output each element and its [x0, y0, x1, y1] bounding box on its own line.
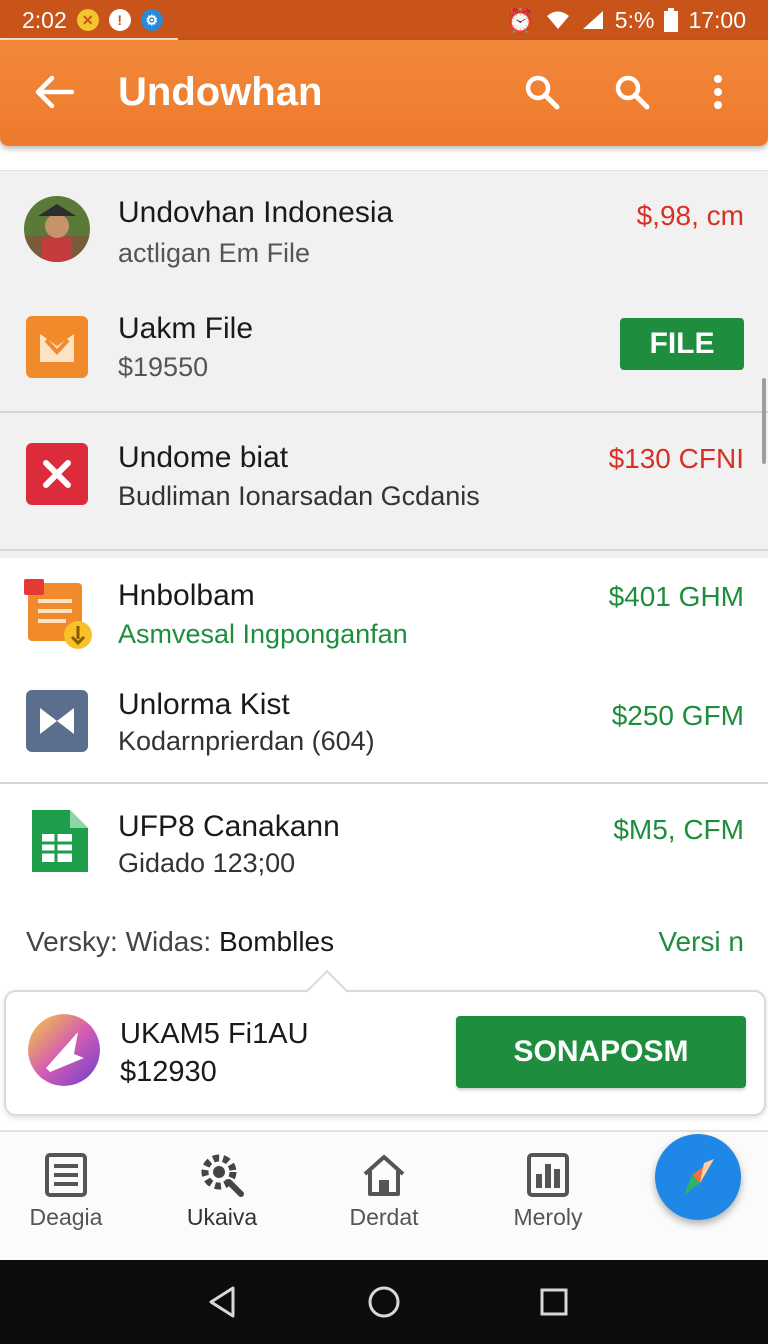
bottom-nav: Deagia Ukaiva Derdat Meroly	[0, 1130, 768, 1260]
list-item[interactable]: Hnbolbam Asmvesal Ingponganfan $401 GHM	[0, 571, 768, 681]
nav-item-deagia[interactable]: Deagia	[0, 1152, 136, 1252]
promo-title: UKAM5 Fi1AU	[120, 1018, 309, 1050]
bar-chart-document-icon	[527, 1153, 569, 1197]
item-title: Undovhan Indonesia	[118, 196, 394, 229]
status-time: 2:02	[22, 6, 67, 33]
system-recents-button[interactable]	[534, 1282, 574, 1322]
more-vert-icon	[714, 75, 722, 109]
circle-home-icon	[368, 1286, 400, 1318]
battery-percent: 5:%	[614, 6, 655, 33]
version-link[interactable]: Versi n	[658, 926, 744, 958]
item-price: $M5, CFM	[613, 814, 744, 845]
rocket-icon	[684, 1159, 714, 1195]
back-button[interactable]	[30, 68, 78, 116]
list-item[interactable]: Unlorma Kist Kodarnprierdan (604) $250 G…	[0, 686, 768, 786]
nav-label: Meroly	[513, 1204, 583, 1230]
item-price: $130 CFNI	[608, 443, 744, 474]
sheets-icon	[32, 810, 88, 872]
item-price: $401 GHM	[608, 581, 744, 612]
scrollbar[interactable]	[762, 378, 766, 464]
list-item[interactable]: Undome biat Budliman Ionarsadan Gcdanis …	[0, 431, 768, 541]
alarm-icon: ⏰	[506, 6, 535, 33]
nav-item-derdat[interactable]: Derdat	[314, 1152, 454, 1252]
item-subtitle: Asmvesal Ingponganfan	[118, 619, 408, 649]
nav-label: Deagia	[29, 1204, 103, 1230]
app-logo-icon	[28, 1014, 100, 1086]
more-options-button[interactable]	[696, 70, 740, 114]
arrow-left-icon	[35, 75, 74, 109]
nav-item-meroly[interactable]: Meroly	[478, 1152, 618, 1252]
square-recents-icon	[540, 1288, 568, 1316]
search-icon	[615, 75, 650, 110]
search-icon	[525, 75, 560, 110]
gear-search-icon	[201, 1154, 244, 1197]
divider	[0, 782, 768, 784]
alert-icon: !	[108, 9, 131, 31]
signal-icon	[582, 11, 603, 29]
search-button[interactable]	[520, 70, 564, 114]
nav-item-ukaiva[interactable]: Ukaiva	[152, 1152, 292, 1252]
bowtie-icon	[26, 690, 88, 752]
version-info: Versky: Widas: Bomblles	[26, 926, 334, 958]
system-nav-bar	[0, 1260, 768, 1344]
item-subtitle: Gidado 123;00	[118, 848, 296, 878]
search-button-secondary[interactable]	[610, 70, 654, 114]
app-notification-icon: ⚙	[140, 9, 163, 31]
home-icon	[363, 1155, 405, 1196]
divider	[0, 549, 768, 551]
document-warning-icon	[24, 579, 92, 649]
list-document-icon	[45, 1153, 87, 1197]
system-home-button[interactable]	[364, 1282, 404, 1322]
red-x-icon	[26, 443, 88, 505]
divider	[0, 411, 768, 413]
page-title: Undowhan	[118, 70, 323, 114]
battery-icon	[664, 8, 679, 32]
item-price: $,98, cm	[636, 200, 744, 231]
orange-m-icon	[26, 316, 88, 378]
promo-price: $12930	[120, 1056, 217, 1088]
version-bold: Bomblles	[218, 926, 335, 957]
item-title: Undome biat	[118, 441, 289, 474]
item-title: Hnbolbam	[118, 579, 255, 612]
app-bar: Undowhan	[0, 40, 768, 146]
item-title: Uakm File	[118, 312, 254, 345]
fab-button[interactable]	[655, 1134, 741, 1220]
promo-action-button[interactable]: SONAPOSM	[456, 1016, 746, 1088]
item-title: Unlorma Kist	[118, 688, 290, 721]
item-price: $250 GFM	[611, 700, 744, 731]
version-prefix: Versky: Widas:	[26, 926, 212, 957]
file-button[interactable]: FILE	[620, 318, 744, 370]
wifi-icon	[546, 11, 569, 29]
list-item[interactable]: UFP8 Canakann Gidado 123;00 $M5, CFM	[0, 806, 768, 906]
item-subtitle: Kodarnprierdan (604)	[118, 726, 375, 756]
avatar	[24, 196, 90, 262]
nav-label: Derdat	[349, 1204, 419, 1230]
status-bar: 2:02 ✕ ! ⚙ ⏰ 5:% 17:00	[0, 0, 768, 41]
list-item[interactable]: Undovhan Indonesia actligan Em File $,98…	[0, 186, 768, 296]
nav-label: Ukaiva	[186, 1204, 258, 1230]
promo-card: UKAM5 Fi1AU $12930 SONAPOSM	[4, 990, 766, 1116]
item-subtitle: actligan Em File	[118, 238, 311, 268]
list-item[interactable]: Uakm File $19550 FILE	[0, 306, 768, 406]
notification-icon: ✕	[76, 9, 99, 31]
item-subtitle: $19550	[118, 352, 209, 382]
status-clock: 17:00	[688, 6, 746, 33]
triangle-back-icon	[209, 1286, 235, 1318]
item-subtitle: Budliman Ionarsadan Gcdanis	[118, 481, 480, 511]
item-title: UFP8 Canakann	[118, 810, 340, 843]
system-back-button[interactable]	[202, 1282, 242, 1322]
